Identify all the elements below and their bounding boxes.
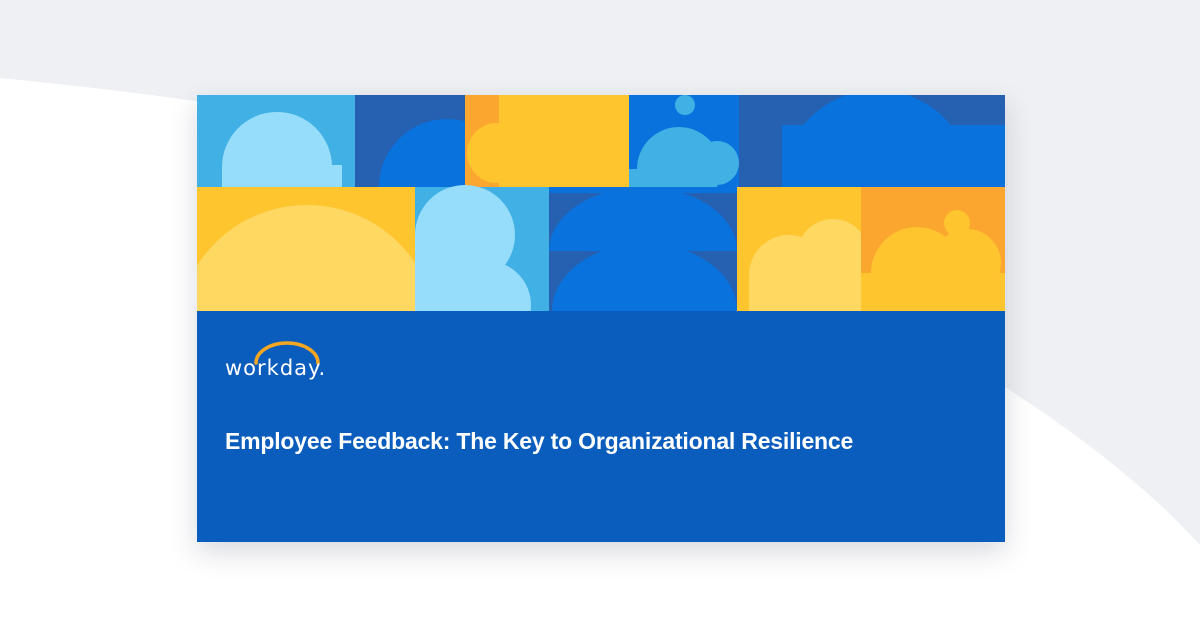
mosaic-tile <box>415 185 549 311</box>
mosaic-tile <box>549 187 738 311</box>
title-panel: workday. Employee Feedback: The Key to O… <box>197 311 1005 542</box>
logo-wordmark: workday. <box>225 356 327 380</box>
content-card: workday. Employee Feedback: The Key to O… <box>197 95 1005 542</box>
cloud-mosaic-illustration <box>197 95 1005 311</box>
workday-logo: workday. <box>225 341 355 389</box>
mosaic-tile <box>197 187 435 311</box>
mosaic-tile <box>861 187 1005 311</box>
page-title: Employee Feedback: The Key to Organizati… <box>225 428 854 454</box>
mosaic-tile <box>737 187 869 311</box>
